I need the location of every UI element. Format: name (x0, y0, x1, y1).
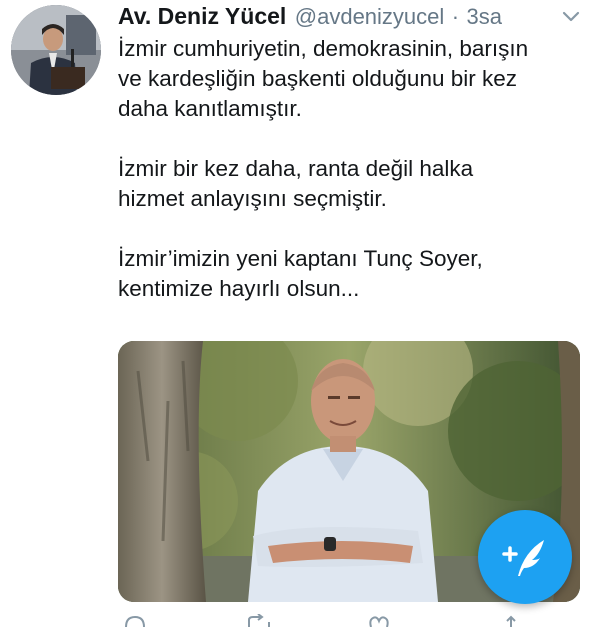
avatar[interactable] (11, 5, 101, 95)
compose-tweet-button[interactable] (478, 510, 572, 604)
reply-icon[interactable] (124, 614, 146, 632)
heart-icon[interactable] (368, 614, 390, 632)
tweet-text: İzmir cumhuriyetin, demokrasinin, barışı… (118, 34, 588, 334)
retweet-icon[interactable] (246, 613, 272, 632)
tweet[interactable]: Av. Deniz Yücel @avdenizyucel · 3sa İzmi… (0, 0, 600, 628)
timestamp[interactable]: 3sa (467, 4, 502, 29)
author-handle[interactable]: @avdenizyucel (295, 4, 445, 29)
share-icon[interactable] (503, 614, 519, 632)
tweet-paragraph-3: İzmir’imizin yeni kaptanı Tunç Soyer, ke… (118, 246, 483, 301)
tweet-paragraph-2: İzmir bir kez daha, ranta değil halka hi… (118, 156, 474, 211)
separator: · (451, 4, 460, 29)
chevron-down-icon[interactable] (562, 10, 580, 22)
tweet-actions (118, 613, 578, 628)
author-name[interactable]: Av. Deniz Yücel (118, 3, 286, 29)
tweet-header: Av. Deniz Yücel @avdenizyucel · 3sa (118, 3, 502, 33)
compose-tweet-icon (502, 540, 544, 576)
tweet-paragraph-1: İzmir cumhuriyetin, demokrasinin, barışı… (118, 36, 529, 121)
